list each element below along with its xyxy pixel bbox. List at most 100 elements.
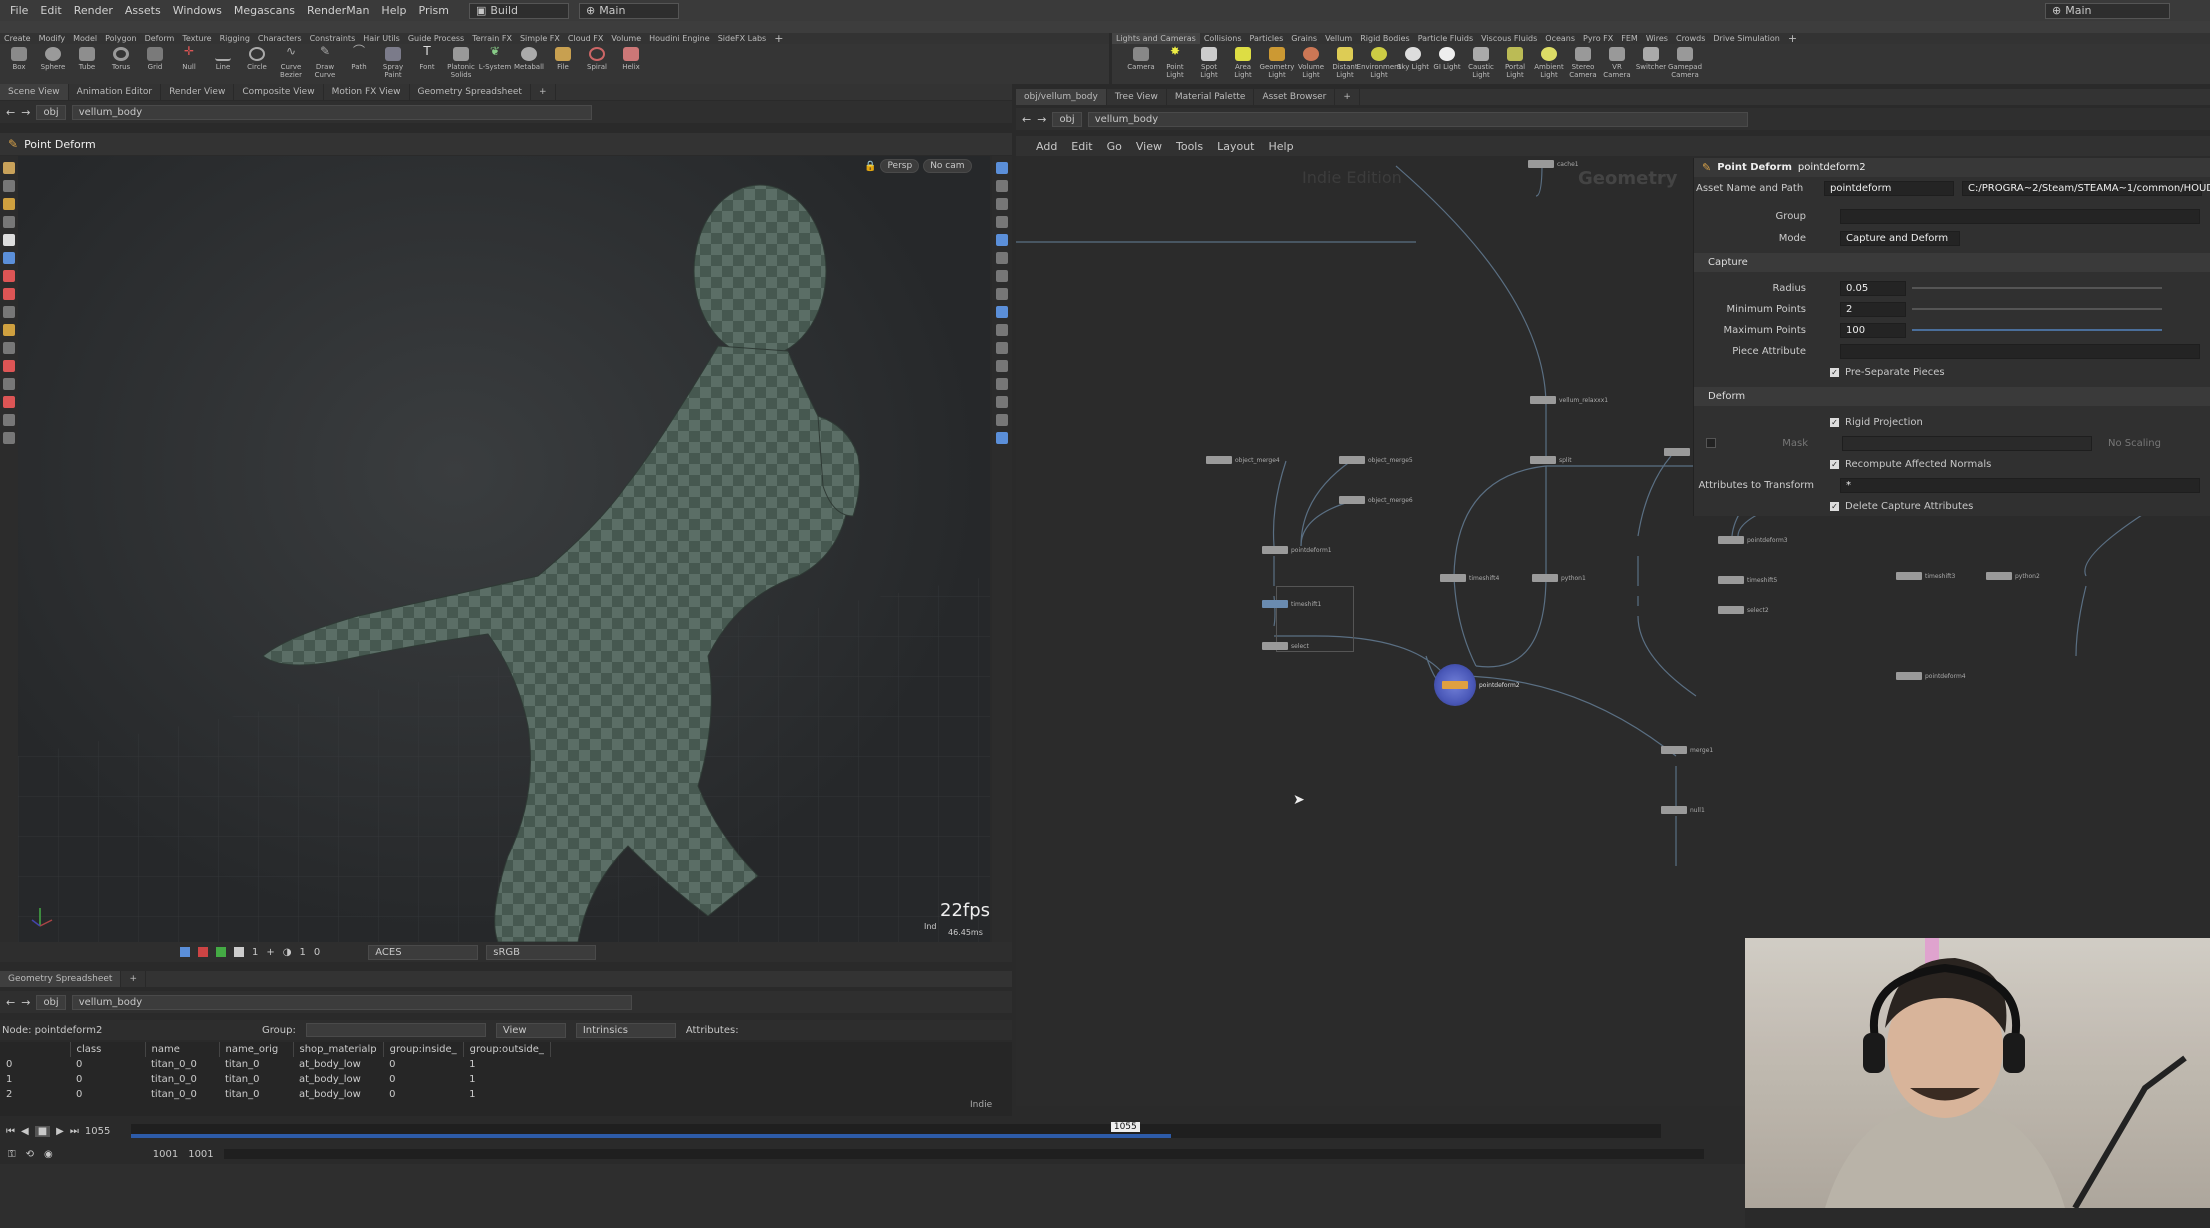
shelf-tab[interactable]: Rigging bbox=[216, 33, 254, 44]
col-header[interactable]: group:outside_ bbox=[463, 1042, 551, 1057]
red-icon[interactable] bbox=[198, 947, 208, 957]
magnet2-icon[interactable] bbox=[3, 396, 15, 408]
display-options-icon[interactable] bbox=[996, 162, 1008, 174]
current-frame-field[interactable]: 1055 bbox=[85, 1126, 125, 1137]
tool-stereo-camera[interactable]: Stereo Camera bbox=[1566, 44, 1600, 79]
node-object-merge5[interactable]: object_merge5 bbox=[1339, 456, 1413, 464]
tool-file[interactable]: File bbox=[546, 44, 580, 71]
deform-section[interactable]: Deform bbox=[1694, 387, 2210, 406]
group-field[interactable] bbox=[305, 1023, 486, 1037]
node-name-field[interactable]: pointdeform2 bbox=[1798, 162, 1866, 173]
shelf-tab[interactable]: Rigid Bodies bbox=[1356, 33, 1413, 44]
normals-icon[interactable] bbox=[996, 324, 1008, 336]
table-row[interactable]: 1 0 titan_0_0 titan_0 at_body_low 0 1 bbox=[0, 1072, 550, 1087]
sculpt-tool-icon[interactable] bbox=[3, 378, 15, 390]
tool-null[interactable]: ✛ Null bbox=[172, 44, 206, 71]
tool-volume-light[interactable]: Volume Light bbox=[1294, 44, 1328, 79]
shelf-tab[interactable]: Pyro FX bbox=[1579, 33, 1617, 44]
piece-field[interactable] bbox=[1840, 343, 2200, 359]
node-timeshift3[interactable]: timeshift3 bbox=[1896, 572, 1955, 580]
tool-curve-bezier[interactable]: ∿ Curve Bezier bbox=[274, 44, 308, 79]
dot-icon[interactable] bbox=[996, 342, 1008, 354]
tool-line[interactable]: Line bbox=[206, 44, 240, 71]
minpts-slider[interactable] bbox=[1912, 308, 2162, 310]
tool-metaball[interactable]: Metaball bbox=[512, 44, 546, 71]
path-node[interactable]: vellum_body bbox=[71, 104, 592, 120]
shelf-tab[interactable]: Characters bbox=[254, 33, 306, 44]
camera-view-icon[interactable] bbox=[3, 432, 15, 444]
select-tool-icon[interactable] bbox=[3, 162, 15, 174]
radius-slider[interactable] bbox=[1912, 287, 2162, 289]
mask-toggle[interactable] bbox=[1706, 438, 1716, 448]
pointer-icon[interactable] bbox=[3, 234, 15, 246]
tab-geometry-spreadsheet[interactable]: Geometry Spreadsheet bbox=[410, 84, 531, 100]
shelf-tab[interactable]: Grains bbox=[1287, 33, 1321, 44]
shelf-tab[interactable]: Drive Simulation bbox=[1709, 33, 1783, 44]
tool-env-light[interactable]: Environment Light bbox=[1357, 44, 1401, 79]
col-header[interactable]: class bbox=[70, 1042, 146, 1057]
points-icon[interactable] bbox=[996, 306, 1008, 318]
tool-vr-camera[interactable]: VR Camera bbox=[1600, 44, 1634, 79]
grid-toggle-icon[interactable] bbox=[996, 414, 1008, 426]
checkbox-checked-icon[interactable]: ✓ bbox=[1830, 417, 1839, 427]
loop-icon[interactable]: ⟲ bbox=[26, 1149, 34, 1160]
menu-render[interactable]: Render bbox=[68, 4, 119, 17]
checkbox-checked-icon[interactable]: ✓ bbox=[1830, 501, 1839, 511]
pose-tool-icon[interactable] bbox=[3, 216, 15, 228]
first-frame-icon[interactable]: ⏮ bbox=[6, 1126, 15, 1137]
scene-viewport[interactable]: 🔒 Persp No cam 22fps Ind 46.45ms bbox=[18, 156, 990, 942]
tab-composite-view[interactable]: Composite View bbox=[234, 84, 324, 100]
shelf-tab[interactable]: Constraints bbox=[306, 33, 360, 44]
shelf-tab[interactable]: Volume bbox=[607, 33, 645, 44]
col-header[interactable]: name_orig bbox=[219, 1042, 294, 1057]
menu-edit[interactable]: Edit bbox=[34, 4, 67, 17]
stop-icon[interactable]: ■ bbox=[34, 1125, 51, 1137]
menu-file[interactable]: File bbox=[4, 4, 34, 17]
tool-box[interactable]: Box bbox=[2, 44, 36, 71]
wireframe-icon[interactable] bbox=[996, 288, 1008, 300]
persp-dropdown[interactable]: Persp bbox=[880, 159, 920, 173]
tab-animation-editor[interactable]: Animation Editor bbox=[69, 84, 162, 100]
timeline-track[interactable]: 1055 bbox=[130, 1122, 1661, 1138]
node-pointdeform4[interactable]: pointdeform4 bbox=[1896, 672, 1966, 680]
shelf-tab[interactable]: Model bbox=[69, 33, 101, 44]
recompute-row[interactable]: ✓ Recompute Affected Normals bbox=[1694, 454, 2210, 474]
tab-asset-browser[interactable]: Asset Browser bbox=[1254, 89, 1336, 105]
lock-icon[interactable] bbox=[3, 252, 15, 264]
col-header[interactable]: group:inside_ bbox=[383, 1042, 464, 1057]
asset-path-field[interactable]: C:/PROGRA~2/Steam/STEAMA~1/common/HOUDIN… bbox=[1962, 180, 2210, 196]
tool-ambient-light[interactable]: Ambient Light bbox=[1532, 44, 1566, 79]
shelf-tab[interactable]: Hair Utils bbox=[359, 33, 404, 44]
tool-gamepad-camera[interactable]: Gamepad Camera bbox=[1668, 44, 1702, 79]
add-tab-icon[interactable]: + bbox=[121, 971, 146, 987]
light-icon[interactable] bbox=[996, 252, 1008, 264]
shelf-tab[interactable]: Deform bbox=[141, 33, 179, 44]
mode-dropdown[interactable]: Capture and Deform bbox=[1840, 230, 1960, 246]
shelf-tab[interactable]: Vellum bbox=[1321, 33, 1356, 44]
tool-geometry-light[interactable]: Geometry Light bbox=[1260, 44, 1294, 79]
net-menu-add[interactable]: Add bbox=[1036, 140, 1057, 153]
tool-spray-paint[interactable]: Spray Paint bbox=[376, 44, 410, 79]
shelf-tab[interactable]: Viscous Fluids bbox=[1477, 33, 1541, 44]
range-end[interactable]: 1001 bbox=[188, 1149, 213, 1160]
net-menu-edit[interactable]: Edit bbox=[1071, 140, 1092, 153]
timer-icon[interactable] bbox=[3, 414, 15, 426]
forward-arrow-icon[interactable]: → bbox=[1037, 113, 1046, 126]
path-obj[interactable]: obj bbox=[1052, 111, 1082, 127]
intrinsics-dropdown[interactable]: Intrinsics bbox=[575, 1022, 676, 1038]
bg-color-icon[interactable] bbox=[180, 947, 190, 957]
back-arrow-icon[interactable]: ← bbox=[6, 996, 15, 1009]
tab-motion-fx-view[interactable]: Motion FX View bbox=[324, 84, 410, 100]
node-python1[interactable]: python1 bbox=[1532, 574, 1586, 582]
back-arrow-icon[interactable]: ← bbox=[1022, 113, 1031, 126]
view-value-3[interactable]: 0 bbox=[314, 947, 320, 958]
right-desktop-dropdown[interactable]: ⊕ Main bbox=[2045, 2, 2170, 19]
menu-windows[interactable]: Windows bbox=[167, 4, 228, 17]
shelf-tab[interactable]: Modify bbox=[35, 33, 70, 44]
node-pointdeform2-selected[interactable]: pointdeform2 bbox=[1434, 664, 1520, 706]
star-icon[interactable] bbox=[996, 396, 1008, 408]
group-field[interactable] bbox=[1840, 208, 2200, 224]
desktop-build-dropdown[interactable]: ▣ Build bbox=[468, 2, 569, 19]
tool-portal-light[interactable]: Portal Light bbox=[1498, 44, 1532, 79]
half-circle-icon[interactable]: ◑ bbox=[283, 947, 292, 958]
